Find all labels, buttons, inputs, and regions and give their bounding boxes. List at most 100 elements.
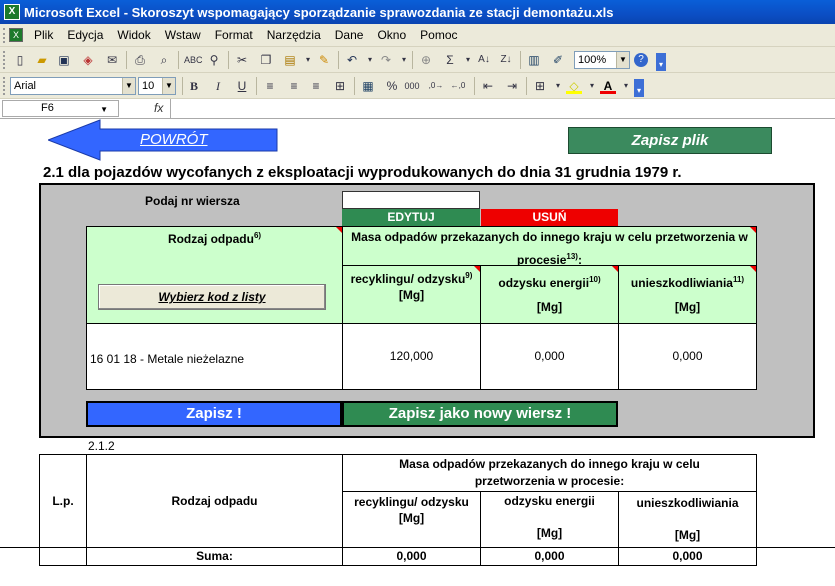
toolbar-grip[interactable] xyxy=(3,27,7,43)
menu-wstaw[interactable]: Wstaw xyxy=(158,28,208,42)
summary-disposal-header: unieszkodliwiania [Mg] xyxy=(618,491,757,548)
print-preview-icon[interactable]: ⌕ xyxy=(156,52,172,68)
workbook-icon[interactable]: X xyxy=(9,28,23,42)
underline-icon[interactable]: U xyxy=(234,78,250,94)
chevron-down-icon[interactable]: ▼ xyxy=(122,78,135,94)
font-size-select[interactable]: 10 ▼ xyxy=(138,77,176,95)
align-center-icon[interactable]: ≡ xyxy=(286,78,302,94)
sum-disposal-cell: 0,000 xyxy=(618,547,757,566)
zoom-select[interactable]: 100% ▼ xyxy=(574,51,630,69)
autosum-icon[interactable]: Σ xyxy=(442,52,458,68)
increase-indent-icon[interactable]: ⇥ xyxy=(504,78,520,94)
energy-cell[interactable]: 0,000 xyxy=(480,323,619,390)
format-painter-icon[interactable]: ✎ xyxy=(316,52,332,68)
recycling-cell[interactable]: 120,000 xyxy=(342,323,481,390)
save-button[interactable]: Zapisz ! xyxy=(86,401,342,427)
open-icon[interactable]: ▰ xyxy=(34,52,50,68)
delete-button[interactable]: USUŃ xyxy=(481,209,618,226)
window-title: Microsoft Excel - Skoroszyt wspomagający… xyxy=(24,4,614,20)
align-right-icon[interactable]: ≡ xyxy=(308,78,324,94)
borders-dropdown-icon[interactable]: ▾ xyxy=(550,78,566,94)
toolbar-grip[interactable] xyxy=(3,77,6,95)
save-icon[interactable]: ▣ xyxy=(56,52,72,68)
footnote-ref: 9) xyxy=(465,271,473,280)
fill-color-dropdown-icon[interactable]: ▾ xyxy=(584,78,600,94)
drawing-icon[interactable]: ✐ xyxy=(550,52,566,68)
new-icon[interactable]: ▯ xyxy=(12,52,28,68)
function-icon[interactable]: fx xyxy=(154,101,163,115)
copy-icon[interactable]: ❐ xyxy=(258,52,274,68)
paste-icon[interactable]: ▤ xyxy=(282,52,298,68)
research-icon[interactable]: ⚲ xyxy=(206,52,222,68)
spelling-icon[interactable]: ABC xyxy=(184,52,203,68)
print-icon[interactable]: ⎙ xyxy=(132,52,148,68)
autosum-dropdown-icon[interactable]: ▾ xyxy=(460,52,476,68)
toolbar-options-icon[interactable]: ▾ xyxy=(656,53,666,71)
edit-button[interactable]: EDYTUJ xyxy=(342,209,480,226)
undo-icon[interactable]: ↶ xyxy=(344,52,360,68)
font-color-dropdown-icon[interactable]: ▾ xyxy=(618,78,634,94)
merge-center-icon[interactable]: ⊞ xyxy=(332,78,348,94)
chart-wizard-icon[interactable]: ▥ xyxy=(526,52,542,68)
toolbar-grip[interactable] xyxy=(3,51,6,69)
unit-label: [Mg] xyxy=(674,528,701,542)
sum-energy-cell: 0,000 xyxy=(480,547,619,566)
chevron-down-icon[interactable]: ▼ xyxy=(616,52,629,68)
bold-icon[interactable]: B xyxy=(186,78,202,94)
worksheet: POWRÓT Zapisz plik 2.1 dla pojazdów wyco… xyxy=(0,119,835,586)
redo-dropdown-icon[interactable]: ▾ xyxy=(396,52,412,68)
zoom-value: 100% xyxy=(578,54,607,66)
menu-plik[interactable]: Plik xyxy=(27,28,60,42)
currency-icon[interactable]: ▦ xyxy=(360,78,376,94)
row-number-input[interactable] xyxy=(342,191,480,209)
redo-icon[interactable]: ↷ xyxy=(378,52,394,68)
fill-color-icon[interactable]: ◇ xyxy=(566,78,582,94)
menu-pomoc[interactable]: Pomoc xyxy=(413,28,464,42)
sort-descending-icon[interactable]: Z↓ xyxy=(498,52,514,68)
unit-label: [Mg] xyxy=(674,300,701,314)
menu-edycja[interactable]: Edycja xyxy=(60,28,110,42)
decrease-decimal-icon[interactable]: ←,0 xyxy=(450,78,466,94)
toolbar-options-icon[interactable]: ▾ xyxy=(634,79,644,97)
menu-narzedzia[interactable]: Narzędzia xyxy=(260,28,328,42)
italic-icon[interactable]: I xyxy=(210,78,226,94)
font-color-icon[interactable]: A xyxy=(600,78,616,94)
choose-code-button[interactable]: Wybierz kod z listy xyxy=(98,284,326,310)
menu-dane[interactable]: Dane xyxy=(328,28,371,42)
frozen-pane-line xyxy=(0,547,835,548)
paste-dropdown-icon[interactable]: ▾ xyxy=(300,52,316,68)
increase-decimal-icon[interactable]: ,0→ xyxy=(428,78,444,94)
recycling-header-text: recyklingu/ odzysku xyxy=(350,272,466,286)
comment-indicator[interactable] xyxy=(750,227,756,233)
email-icon[interactable]: ✉ xyxy=(104,52,120,68)
waste-cell[interactable]: 16 01 18 - Metale nieżelazne xyxy=(86,323,343,390)
disposal-cell[interactable]: 0,000 xyxy=(618,323,757,390)
chevron-down-icon[interactable]: ▼ xyxy=(162,78,175,94)
permission-icon[interactable]: ◈ xyxy=(80,52,96,68)
menu-okno[interactable]: Okno xyxy=(370,28,413,42)
cut-icon[interactable]: ✂ xyxy=(234,52,250,68)
percent-icon[interactable]: % xyxy=(384,78,400,94)
align-left-icon[interactable]: ≡ xyxy=(262,78,278,94)
section-heading: 2.1 dla pojazdów wycofanych z eksploatac… xyxy=(43,164,682,181)
help-icon[interactable]: ? xyxy=(634,53,648,67)
sort-ascending-icon[interactable]: A↓ xyxy=(476,52,492,68)
back-button-label[interactable]: POWRÓT xyxy=(140,131,208,148)
menu-format[interactable]: Format xyxy=(208,28,260,42)
decrease-indent-icon[interactable]: ⇤ xyxy=(480,78,496,94)
name-box[interactable]: F6 ▼ xyxy=(2,100,119,117)
chevron-down-icon[interactable]: ▼ xyxy=(100,102,108,117)
formula-input[interactable] xyxy=(172,99,832,118)
title-bar: X Microsoft Excel - Skoroszyt wspomagają… xyxy=(0,0,835,24)
footnote-ref: 11) xyxy=(732,275,745,284)
footnote-ref: 6) xyxy=(253,231,262,240)
hyperlink-icon[interactable]: ⊕ xyxy=(418,52,434,68)
comment-indicator[interactable] xyxy=(750,266,756,272)
save-file-button[interactable]: Zapisz plik xyxy=(568,127,772,154)
menu-widok[interactable]: Widok xyxy=(110,28,157,42)
save-as-new-row-button[interactable]: Zapisz jako nowy wiersz ! xyxy=(342,401,618,427)
comma-style-icon[interactable]: 000 xyxy=(404,78,420,94)
font-name-select[interactable]: Arial ▼ xyxy=(10,77,136,95)
undo-dropdown-icon[interactable]: ▾ xyxy=(362,52,378,68)
borders-icon[interactable]: ⊞ xyxy=(532,78,548,94)
